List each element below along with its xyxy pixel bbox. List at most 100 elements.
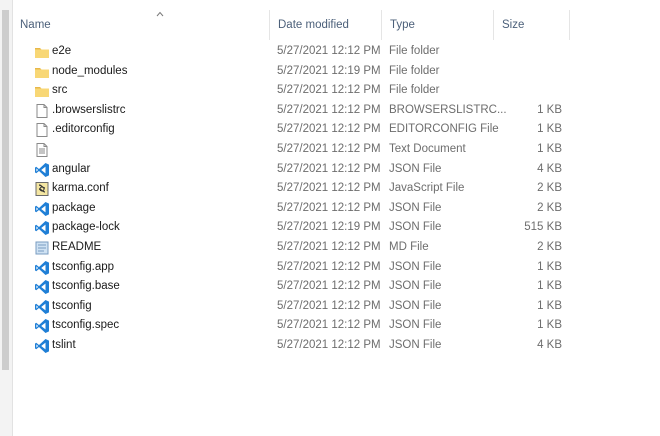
file-date-modified: 5/27/2021 12:12 PM — [277, 123, 381, 136]
file-row[interactable]: .editorconfig 5/27/2021 12:12 PM EDITORCON… — [12, 120, 612, 140]
file-date-modified: 5/27/2021 12:12 PM — [277, 162, 381, 175]
file-type: MD File — [389, 240, 429, 253]
file-type: JSON File — [389, 201, 442, 214]
file-list: e2e 5/27/2021 12:12 PM File folder node_mod… — [12, 42, 612, 356]
file-type: JSON File — [389, 260, 442, 273]
file-type: JavaScript File — [389, 182, 465, 195]
file-type: Text Document — [389, 142, 466, 155]
file-row[interactable]: angular 5/27/2021 12:12 PM JSON File 4 KB — [12, 160, 612, 180]
md-file-icon — [34, 240, 50, 256]
file-date-modified: 5/27/2021 12:12 PM — [277, 338, 381, 351]
file-date-modified: 5/27/2021 12:12 PM — [277, 260, 381, 273]
file-size — [502, 62, 562, 82]
file-date-modified: 5/27/2021 12:12 PM — [277, 84, 381, 97]
vscode-icon — [34, 220, 50, 236]
file-name[interactable]: README — [52, 238, 101, 258]
file-row[interactable]: node_modules 5/27/2021 12:19 PM File folde… — [12, 62, 612, 82]
file-type: JSON File — [389, 338, 442, 351]
file-type: File folder — [389, 84, 440, 97]
file-row[interactable]: tsconfig.base 5/27/2021 12:12 PM JSON File… — [12, 277, 612, 297]
vscode-icon — [34, 318, 50, 334]
file-name[interactable]: tsconfig.app — [52, 258, 114, 278]
file-row[interactable]: .browserslistrc 5/27/2021 12:12 PM BROWSER… — [12, 101, 612, 121]
file-size: 2 KB — [537, 182, 562, 195]
file-type: File folder — [389, 64, 440, 77]
vscode-icon — [34, 201, 50, 217]
folder-icon — [34, 83, 50, 99]
file-name[interactable]: .browserslistrc — [52, 101, 125, 121]
file-size: 2 KB — [537, 201, 562, 214]
file-row[interactable]: tsconfig.spec 5/27/2021 12:12 PM JSON File… — [12, 316, 612, 336]
file-name[interactable]: node_modules — [52, 62, 127, 82]
file-type: JSON File — [389, 162, 442, 175]
file-row[interactable]: 5/27/2021 12:12 PM Text Document 1 KB — [12, 140, 612, 160]
file-date-modified: 5/27/2021 12:12 PM — [277, 240, 381, 253]
vscode-icon — [34, 162, 50, 178]
file-row[interactable]: package-lock 5/27/2021 12:19 PM JSON File 5… — [12, 218, 612, 238]
file-name[interactable]: e2e — [52, 42, 71, 62]
file-type: EDITORCONFIG File — [389, 123, 499, 136]
vscode-icon — [34, 279, 50, 295]
file-size: 4 KB — [537, 338, 562, 351]
column-header-date-modified[interactable]: Date modified — [270, 10, 382, 40]
top-toolbar-strip — [0, 0, 660, 6]
file-size: 1 KB — [537, 299, 562, 312]
file-type: BROWSERSLISTRC... — [389, 103, 507, 116]
scrollbar-thumb[interactable] — [2, 10, 9, 370]
file-size: 1 KB — [537, 103, 562, 116]
file-date-modified: 5/27/2021 12:12 PM — [277, 280, 381, 293]
file-size: 515 KB — [524, 221, 562, 234]
blank-file-icon — [34, 103, 50, 119]
column-header-name[interactable]: Name — [12, 10, 270, 40]
file-row[interactable]: karma.conf 5/27/2021 12:12 PM JavaScript F… — [12, 179, 612, 199]
column-header-size[interactable]: Size — [494, 10, 570, 40]
file-date-modified: 5/27/2021 12:12 PM — [277, 142, 381, 155]
column-header-type[interactable]: Type — [382, 10, 494, 40]
text-file-icon — [34, 142, 50, 158]
file-size: 1 KB — [537, 260, 562, 273]
file-row[interactable]: package 5/27/2021 12:12 PM JSON File 2 KB — [12, 199, 612, 219]
blank-file-icon — [34, 122, 50, 138]
file-date-modified: 5/27/2021 12:12 PM — [277, 103, 381, 116]
vscode-icon — [34, 299, 50, 315]
file-row[interactable]: tslint 5/27/2021 12:12 PM JSON File 4 KB — [12, 336, 612, 356]
file-name[interactable]: karma.conf — [52, 179, 109, 199]
column-header-row: Name Date modified Type Size — [12, 10, 592, 40]
file-date-modified: 5/27/2021 12:12 PM — [277, 201, 381, 214]
file-name[interactable]: tsconfig.spec — [52, 316, 119, 336]
file-date-modified: 5/27/2021 12:12 PM — [277, 182, 381, 195]
file-size — [502, 42, 562, 62]
file-name[interactable]: src — [52, 81, 67, 101]
file-size: 4 KB — [537, 162, 562, 175]
file-date-modified: 5/27/2021 12:12 PM — [277, 319, 381, 332]
file-name[interactable]: tsconfig — [52, 297, 92, 317]
file-type: JSON File — [389, 221, 442, 234]
folder-icon — [34, 64, 50, 80]
file-type: JSON File — [389, 299, 442, 312]
file-name[interactable]: tsconfig.base — [52, 277, 120, 297]
vscode-icon — [34, 260, 50, 276]
file-row[interactable]: src 5/27/2021 12:12 PM File folder — [12, 81, 612, 101]
file-row[interactable]: tsconfig.app 5/27/2021 12:12 PM JSON File 1… — [12, 258, 612, 278]
file-name[interactable]: angular — [52, 160, 90, 180]
file-type: JSON File — [389, 280, 442, 293]
file-name[interactable]: tslint — [52, 336, 76, 356]
file-row[interactable]: README 5/27/2021 12:12 PM MD File 2 KB — [12, 238, 612, 258]
file-name[interactable]: .editorconfig — [52, 120, 115, 140]
folder-icon — [34, 44, 50, 60]
file-date-modified: 5/27/2021 12:19 PM — [277, 64, 381, 77]
file-size: 1 KB — [537, 319, 562, 332]
file-date-modified: 5/27/2021 12:12 PM — [277, 299, 381, 312]
file-name[interactable]: package — [52, 199, 95, 219]
file-size: 1 KB — [537, 123, 562, 136]
file-size: 2 KB — [537, 240, 562, 253]
file-type: JSON File — [389, 319, 442, 332]
file-row[interactable]: tsconfig 5/27/2021 12:12 PM JSON File 1 KB — [12, 297, 612, 317]
file-size: 1 KB — [537, 280, 562, 293]
file-name[interactable]: package-lock — [52, 218, 120, 238]
file-size: 1 KB — [537, 142, 562, 155]
file-date-modified: 5/27/2021 12:12 PM — [277, 45, 381, 57]
file-row[interactable]: e2e 5/27/2021 12:12 PM File folder — [12, 42, 612, 62]
vscode-icon — [34, 338, 50, 354]
file-size — [502, 81, 562, 101]
